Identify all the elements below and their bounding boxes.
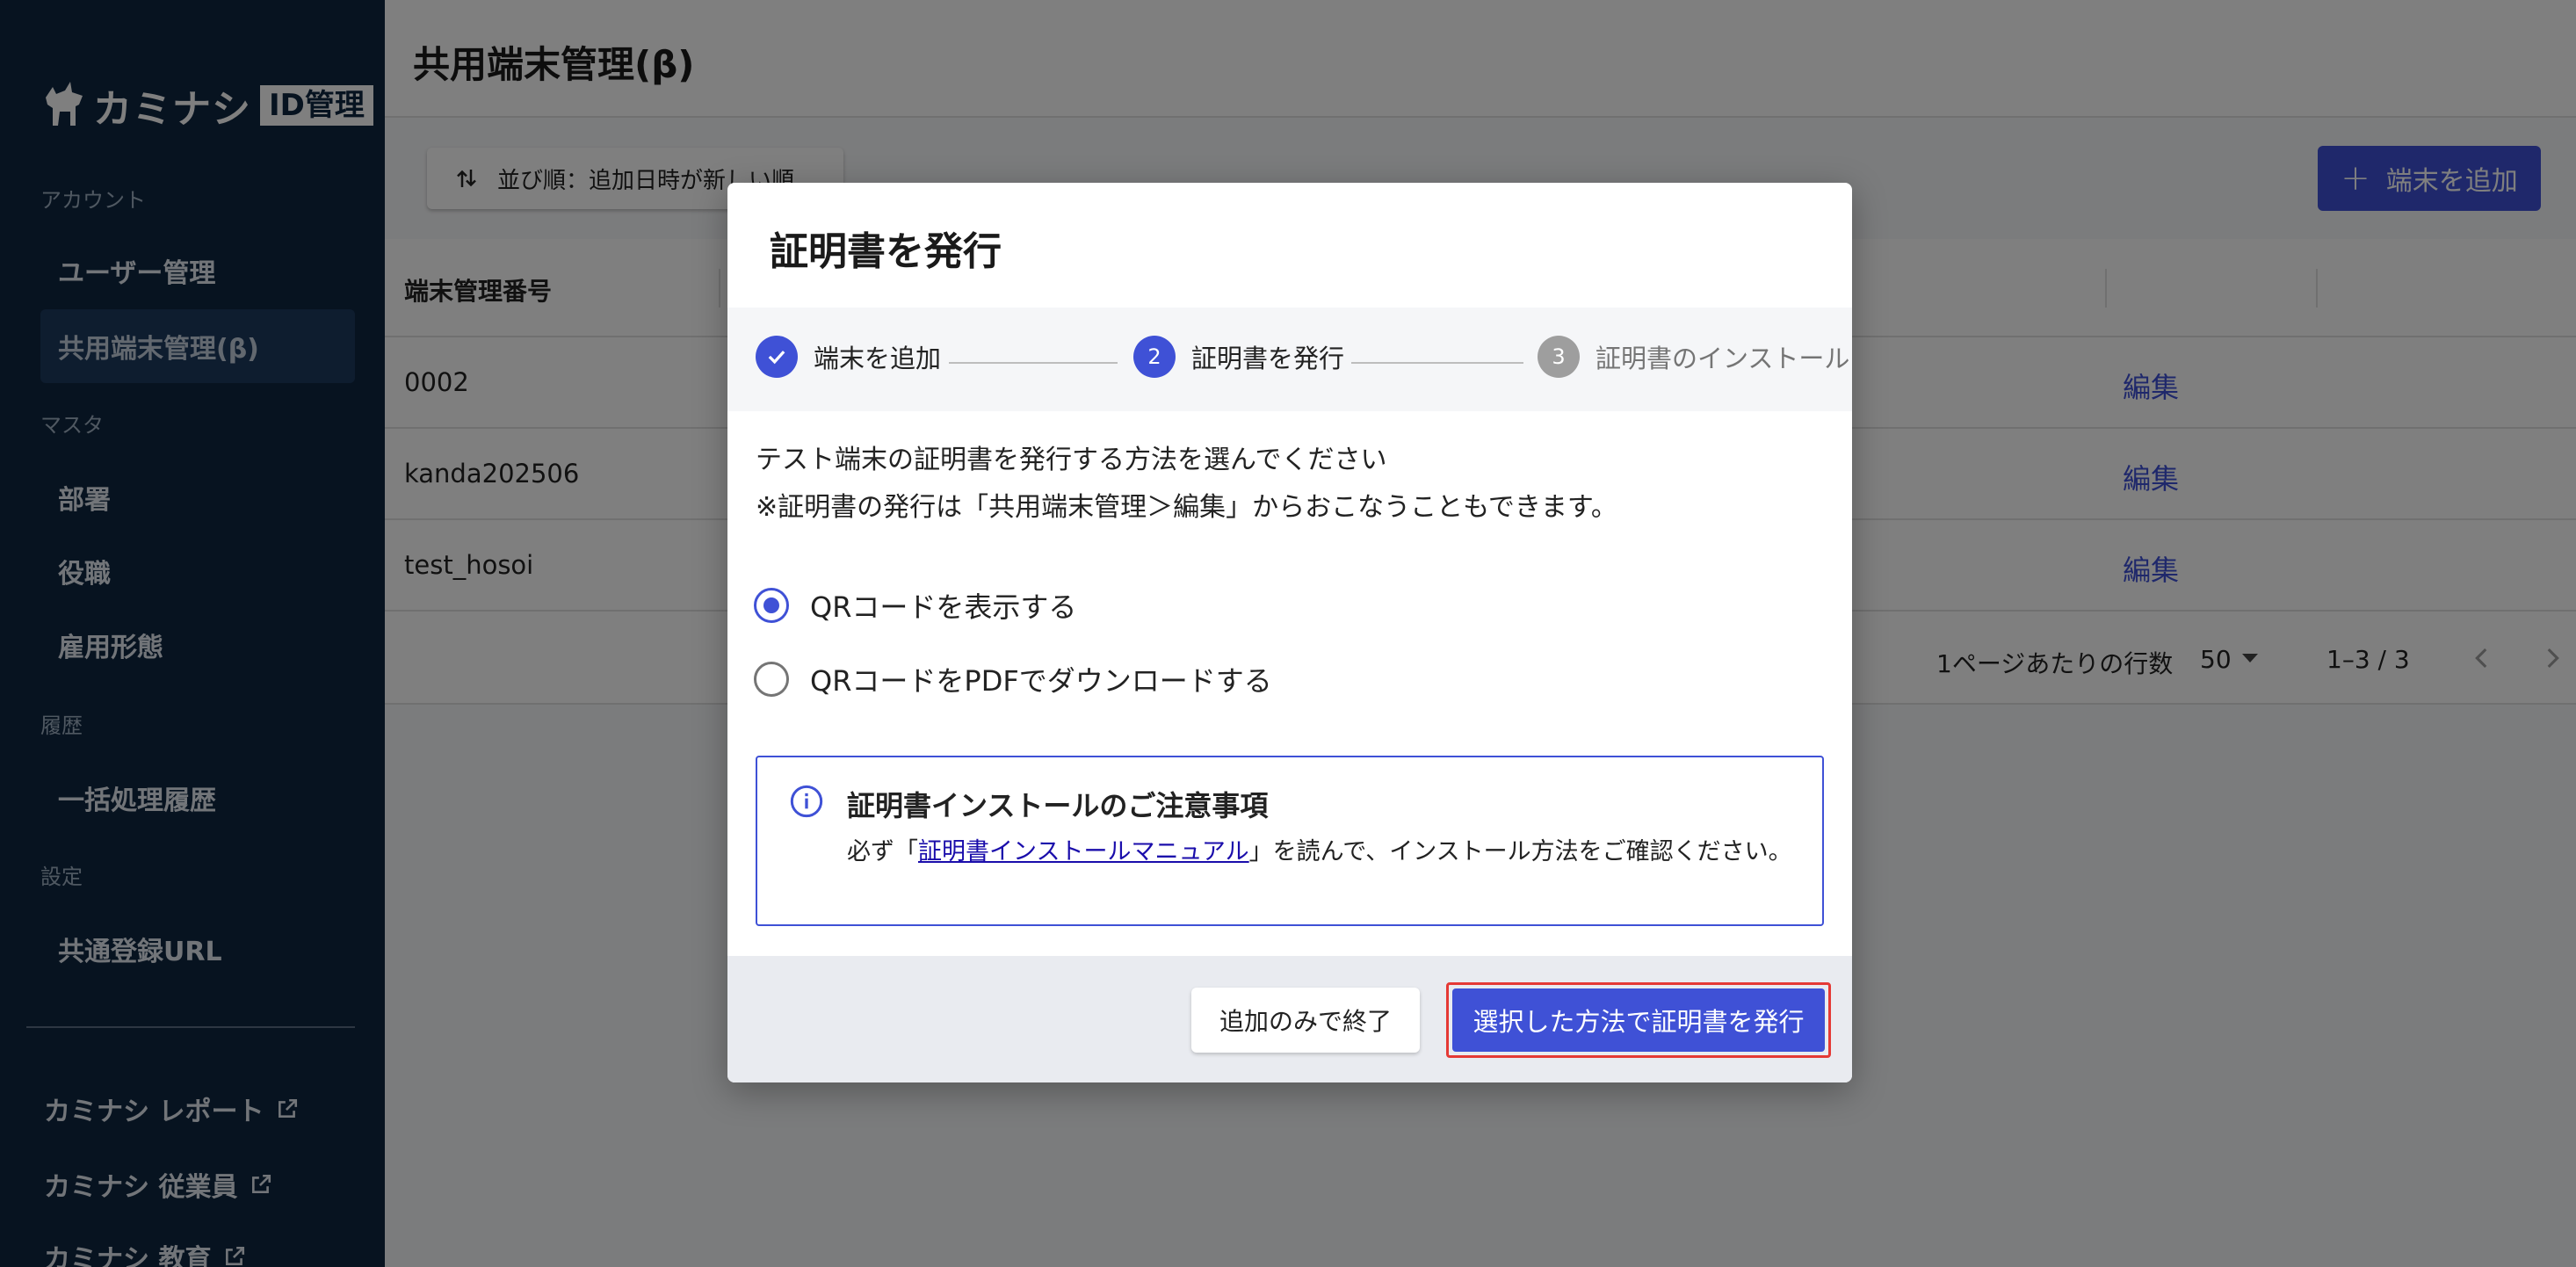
- check-icon: [756, 336, 798, 378]
- notice-text: 必ず「: [847, 838, 918, 865]
- notice-body: 必ず「証明書インストールマニュアル」を読んで、インストール方法をご確認ください。: [847, 835, 1796, 870]
- step-number: 2: [1133, 336, 1176, 378]
- issue-certificate-dialog: 証明書を発行 端末を追加 2 証明書を発行 3 証明書のインストール テスト端末…: [727, 183, 1852, 1082]
- radio-button[interactable]: [754, 662, 789, 697]
- info-icon: [790, 785, 823, 818]
- notice-text: 」を読んで、インストール方法をご確認ください。: [1248, 838, 1792, 865]
- option-show-qr[interactable]: QRコードを表示する: [754, 585, 1076, 626]
- step-issue-certificate: 2 証明書を発行: [1133, 336, 1344, 378]
- issue-certificate-button-highlight: 選択した方法で証明書を発行: [1446, 982, 1831, 1058]
- option-label: QRコードを表示する: [810, 590, 1077, 624]
- dialog-title: 証明書を発行: [770, 229, 1002, 274]
- option-label: QRコードをPDFでダウンロードする: [810, 664, 1272, 698]
- step-add-device: 端末を追加: [756, 336, 941, 378]
- dialog-footer: 追加のみで終了 選択した方法で証明書を発行: [727, 956, 1852, 1082]
- step-label: 端末を追加: [814, 344, 942, 373]
- dialog-description: テスト端末の証明書を発行する方法を選んでください: [756, 445, 1387, 475]
- step-number: 3: [1538, 336, 1580, 378]
- step-connector: [949, 362, 1118, 364]
- option-download-qr-pdf[interactable]: QRコードをPDFでダウンロードする: [754, 659, 1272, 699]
- step-install-certificate: 3 証明書のインストール: [1538, 336, 1849, 378]
- step-label: 証明書のインストール: [1596, 344, 1850, 373]
- issue-certificate-button[interactable]: 選択した方法で証明書を発行: [1452, 988, 1825, 1052]
- notice-title: 証明書インストールのご注意事項: [847, 789, 1269, 822]
- step-label: 証明書を発行: [1191, 344, 1345, 373]
- finish-add-only-button[interactable]: 追加のみで終了: [1191, 988, 1420, 1053]
- step-connector: [1351, 362, 1523, 364]
- dialog-note: ※証明書の発行は「共用端末管理＞編集」からおこなうこともできます。: [756, 492, 1617, 523]
- stepper: 端末を追加 2 証明書を発行 3 証明書のインストール: [727, 308, 1852, 411]
- radio-button-checked[interactable]: [754, 588, 789, 623]
- install-manual-link[interactable]: 証明書インストールマニュアル: [918, 838, 1249, 865]
- install-notice: 証明書インストールのご注意事項 必ず「証明書インストールマニュアル」を読んで、イ…: [756, 756, 1824, 926]
